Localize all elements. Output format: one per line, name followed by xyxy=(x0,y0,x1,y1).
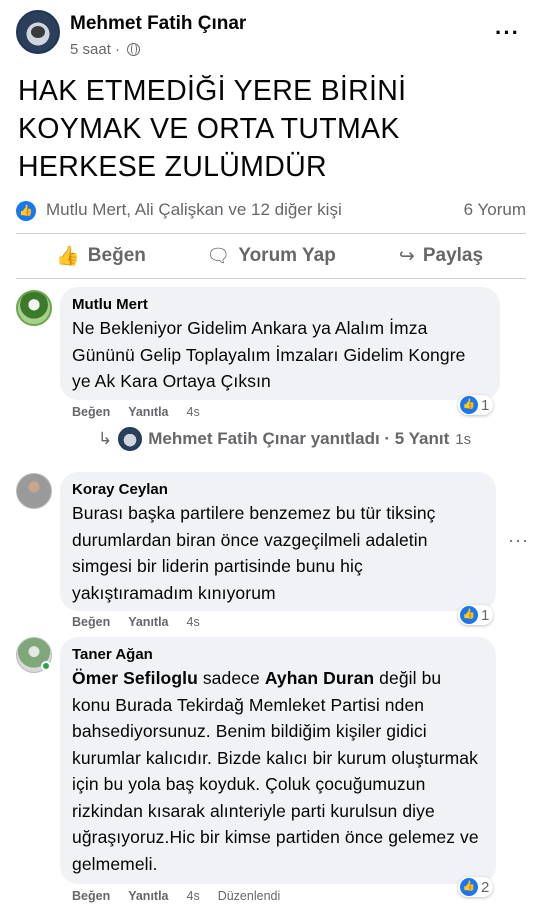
author-avatar[interactable] xyxy=(16,10,60,54)
comment-button[interactable]: 🗨 Yorum Yap xyxy=(186,236,356,276)
reactions-summary: 👍 Mutlu Mert, Ali Çalişkan ve 12 diğer k… xyxy=(16,198,526,224)
share-label: Paylaş xyxy=(422,245,484,266)
commenter-avatar[interactable] xyxy=(16,290,52,326)
comment-label: Yorum Yap xyxy=(238,245,336,266)
share-arrow-icon: ↪ xyxy=(398,245,415,267)
post-author-name[interactable]: Mehmet Fatih Çınar xyxy=(70,13,246,35)
post-meta: 5 saat · xyxy=(70,41,141,58)
comment-like-link[interactable]: Beğen xyxy=(72,889,110,903)
reply-arrow-icon: ↳ xyxy=(98,429,113,448)
like-reaction-icon: 👍 xyxy=(460,878,478,896)
comment-time[interactable]: 4s xyxy=(187,405,200,419)
comment-bubble: Mutlu Mert Ne Bekleniyor Gidelim Ankara … xyxy=(60,287,500,400)
comment-time[interactable]: 4s xyxy=(187,615,200,629)
comment-options-icon[interactable]: ··· xyxy=(508,530,529,551)
like-reaction-icon: 👍 xyxy=(460,606,478,624)
share-button[interactable]: ↪ Paylaş xyxy=(356,236,526,276)
like-button[interactable]: 👍 Beğen xyxy=(16,236,186,276)
globe-icon xyxy=(127,43,141,56)
commenter-avatar[interactable] xyxy=(16,473,52,509)
post-text: HAK ETMEDİĞİ YERE BİRİNİ KOYMAK VE ORTA … xyxy=(18,75,407,183)
comment-reactions[interactable]: 👍 1 xyxy=(458,605,494,625)
post-action-bar: 👍 Beğen 🗨 Yorum Yap ↪ Paylaş xyxy=(16,236,526,276)
comment-reply-link[interactable]: Yanıtla xyxy=(128,889,168,903)
comment-reply-link[interactable]: Yanıtla xyxy=(128,405,168,419)
comment-reactions[interactable]: 👍 2 xyxy=(458,877,494,897)
comment-actions: Beğen Yanıtla 4s xyxy=(72,405,200,419)
commenter-name[interactable]: Mutlu Mert xyxy=(72,295,488,315)
comment-actions: Beğen Yanıtla 4s xyxy=(72,615,200,629)
post-header: Mehmet Fatih Çınar 5 saat · ··· xyxy=(16,10,524,60)
commenter-name[interactable]: Koray Ceylan xyxy=(72,480,484,500)
comment-reply-link[interactable]: Yanıtla xyxy=(128,615,168,629)
commenter-name[interactable]: Taner Ağan xyxy=(72,645,484,665)
reaction-names[interactable]: Mutlu Mert, Ali Çalişkan ve 12 diğer kiş… xyxy=(46,200,342,220)
edited-label: Düzenlendi xyxy=(217,889,281,903)
mention-link[interactable]: Ayhan Duran xyxy=(265,668,374,688)
comment-count[interactable]: 6 Yorum xyxy=(464,200,526,220)
mention-link[interactable]: Ömer Sefiloglu xyxy=(72,668,198,688)
like-reaction-icon: 👍 xyxy=(460,396,478,414)
post-time[interactable]: 5 saat · xyxy=(70,41,120,58)
online-status-icon xyxy=(41,661,51,671)
comment-bubble: Koray Ceylan Burası başka partilere benz… xyxy=(60,472,496,611)
reply-time: 1s xyxy=(455,430,472,448)
comment-bubble-icon: 🗨 xyxy=(206,246,231,267)
like-label: Beğen xyxy=(87,245,146,266)
replies-label[interactable]: Mehmet Fatih Çınar yanıtladı · 5 Yanıt xyxy=(148,429,449,449)
comment-time[interactable]: 4s xyxy=(187,889,200,903)
comment-bubble: Taner Ağan Ömer Sefiloglu sadece Ayhan D… xyxy=(60,637,496,884)
thumbs-up-icon: 👍 xyxy=(56,246,80,267)
view-replies[interactable]: ↳ Mehmet Fatih Çınar yanıtladı · 5 Yanıt… xyxy=(98,427,471,451)
comment-text: Ömer Sefiloglu sadece Ayhan Duran değil … xyxy=(72,668,479,874)
comment-actions: Beğen Yanıtla 4s Düzenlendi xyxy=(72,889,280,903)
divider xyxy=(16,233,526,234)
comment-like-link[interactable]: Beğen xyxy=(72,615,110,629)
more-options-icon[interactable]: ··· xyxy=(495,20,520,46)
comment-text: Burası başka partilere benzemez bu tür t… xyxy=(72,503,436,603)
comment-text: Ne Bekleniyor Gidelim Ankara ya Alalım İ… xyxy=(72,318,466,391)
replier-avatar xyxy=(118,427,143,451)
comment-like-link[interactable]: Beğen xyxy=(72,405,110,419)
like-reaction-icon: 👍 xyxy=(16,201,36,221)
comment-reactions[interactable]: 👍 1 xyxy=(458,395,494,415)
divider xyxy=(16,278,526,279)
